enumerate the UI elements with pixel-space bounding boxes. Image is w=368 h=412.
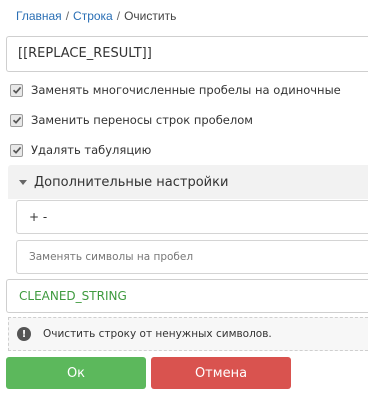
breadcrumb-separator: /: [65, 9, 70, 23]
replace-with-space-field[interactable]: Заменять символы на пробел: [16, 240, 368, 274]
option-collapse-spaces[interactable]: Заменять многочисленные пробелы на одино…: [10, 82, 341, 98]
remove-tabs-label: Удалять табуляцию: [31, 143, 152, 157]
ok-button[interactable]: Ок: [6, 357, 146, 389]
hint-text: Очистить строку от ненужных символов.: [43, 328, 272, 340]
info-icon: !: [17, 327, 31, 341]
replace-newlines-label: Заменить переносы строк пробелом: [31, 113, 253, 127]
breadcrumb: Главная / Строка / Очистить: [16, 8, 176, 24]
advanced-settings-toggle[interactable]: Дополнительные настройки: [8, 165, 368, 199]
breadcrumb-link-string[interactable]: Строка: [73, 9, 113, 23]
chars-to-replace-field[interactable]: + -: [16, 200, 368, 234]
collapse-spaces-label: Заменять многочисленные пробелы на одино…: [31, 83, 341, 97]
input-string-field[interactable]: [[REPLACE_RESULT]]: [6, 36, 368, 72]
check-icon: [12, 86, 21, 94]
breadcrumb-current: Очистить: [124, 9, 177, 23]
check-icon: [12, 146, 21, 154]
check-icon: [12, 116, 21, 124]
collapse-spaces-checkbox[interactable]: [10, 83, 23, 97]
breadcrumb-separator: /: [116, 9, 121, 23]
remove-tabs-checkbox[interactable]: [10, 143, 23, 157]
option-replace-newlines[interactable]: Заменить переносы строк пробелом: [10, 112, 253, 128]
option-remove-tabs[interactable]: Удалять табуляцию: [10, 142, 151, 158]
breadcrumb-link-home[interactable]: Главная: [16, 9, 62, 23]
hint-box: ! Очистить строку от ненужных символов.: [8, 317, 368, 351]
advanced-settings-label: Дополнительные настройки: [34, 174, 229, 190]
output-variable-field[interactable]: CLEANED_STRING: [6, 279, 368, 313]
cancel-button[interactable]: Отмена: [151, 357, 291, 389]
triangle-down-icon: [19, 179, 27, 185]
replace-newlines-checkbox[interactable]: [10, 113, 23, 127]
